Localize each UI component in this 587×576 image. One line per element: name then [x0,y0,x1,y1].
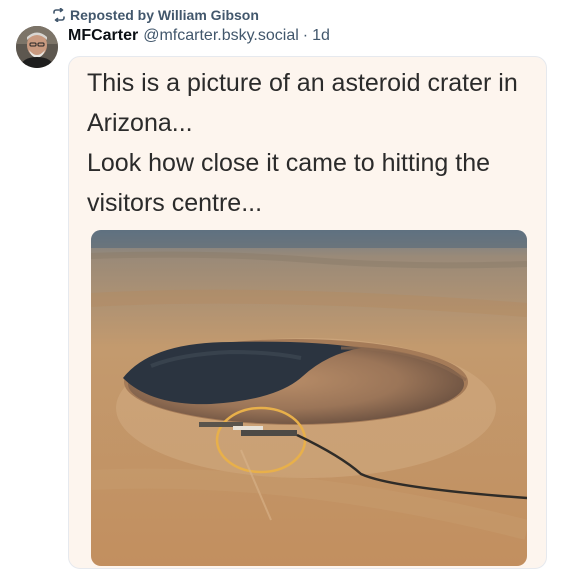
separator-dot: · [302,27,309,44]
embed-caption: This is a picture of an asteroid crater … [87,63,537,223]
caption-line-2: Look how close it came to hitting the vi… [87,149,491,217]
post-timestamp[interactable]: 1d [312,27,330,45]
caption-line-1: This is a picture of an asteroid crater … [87,69,518,137]
repost-indicator[interactable]: Reposted by William Gibson [52,6,259,24]
repost-label: Reposted by William Gibson [70,7,259,23]
embedded-image-card[interactable]: This is a picture of an asteroid crater … [68,56,547,569]
repost-icon [52,7,66,23]
crater-photo[interactable] [91,230,527,566]
post-item[interactable]: Reposted by William Gibson MFCarter @mfc… [0,0,587,576]
avatar[interactable] [16,26,58,68]
post-header: MFCarter @mfcarter.bsky.social · 1d [68,25,330,47]
author-handle[interactable]: @mfcarter.bsky.social [143,27,299,45]
author-display-name[interactable]: MFCarter [68,27,138,45]
